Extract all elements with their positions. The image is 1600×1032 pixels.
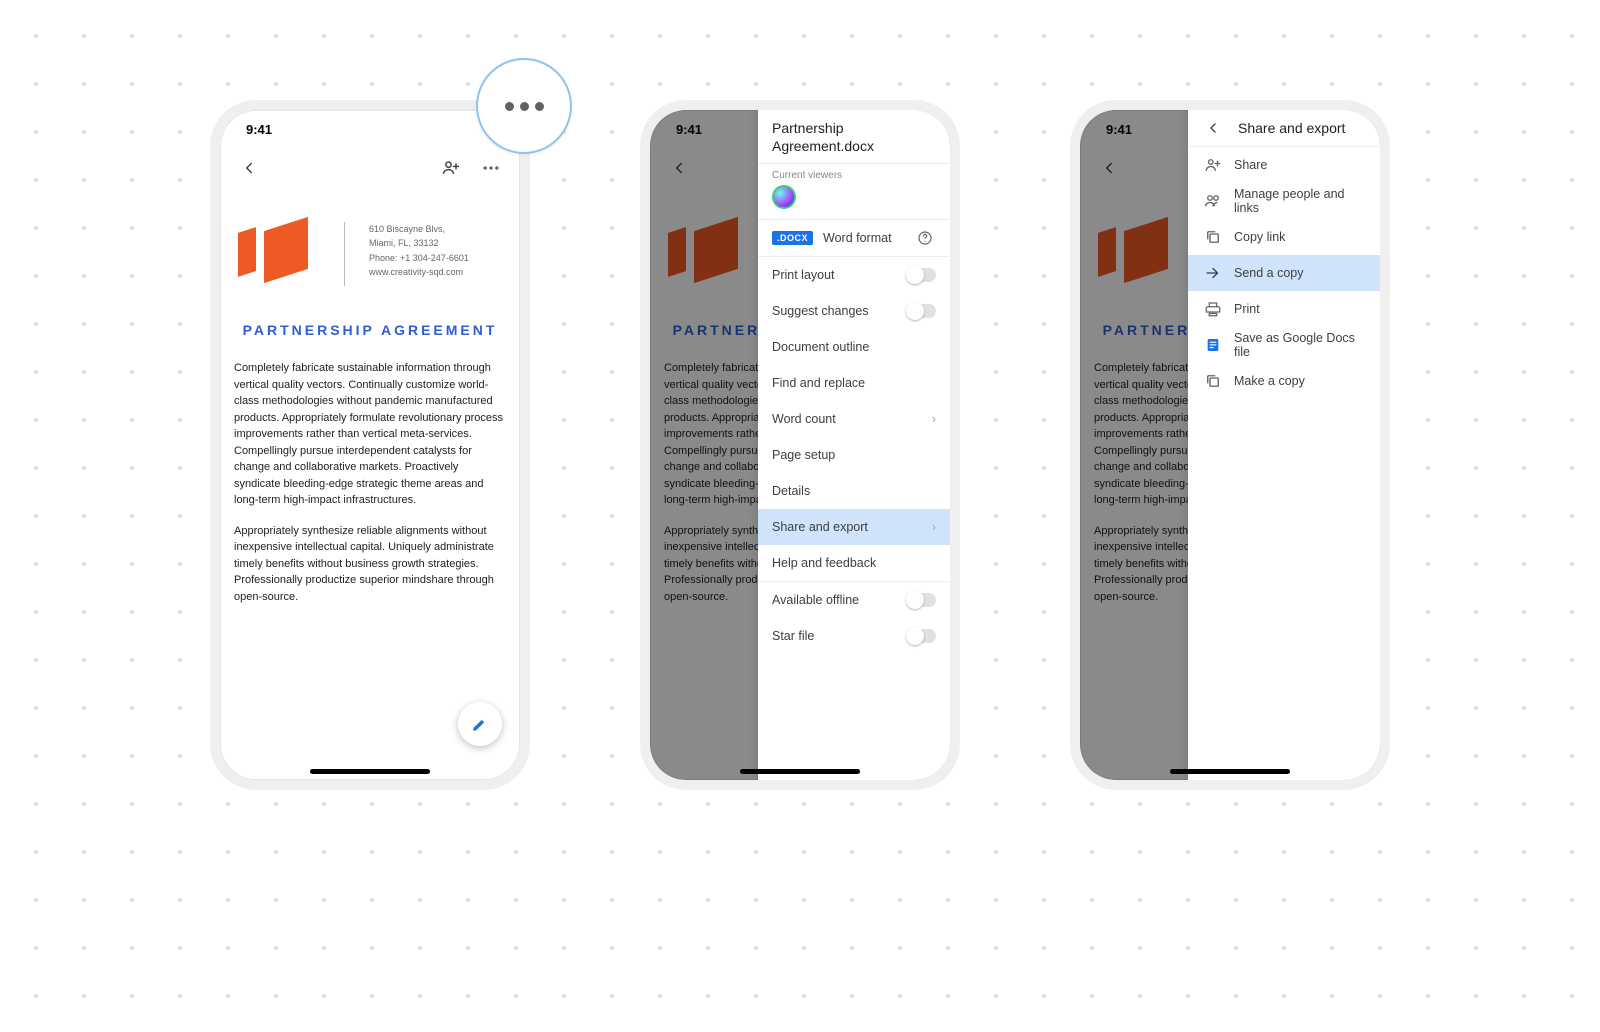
- chevron-right-icon: ›: [932, 520, 936, 534]
- edit-fab[interactable]: [458, 702, 502, 746]
- word-format-row[interactable]: .DOCX Word format: [758, 220, 950, 256]
- star-file-row[interactable]: Star file: [758, 618, 950, 654]
- add-person-button[interactable]: [434, 151, 468, 185]
- drawer-title: Share and export: [1238, 120, 1345, 136]
- print-layout-row[interactable]: Print layout: [758, 257, 950, 293]
- back-button[interactable]: [232, 151, 266, 185]
- phone-1: 9:41: [210, 100, 530, 790]
- docx-chip: .DOCX: [772, 231, 813, 245]
- status-time: 9:41: [246, 122, 272, 137]
- word-count-row[interactable]: Word count›: [758, 401, 950, 437]
- current-viewers-label: Current viewers: [772, 170, 936, 181]
- print-row[interactable]: Print: [1188, 291, 1380, 327]
- home-indicator: [740, 769, 860, 774]
- drawer-file-title: Partnership Agreement.docx: [758, 110, 950, 163]
- share-export-drawer: Share and export Share Manage people and…: [1188, 110, 1380, 780]
- document-outline-row[interactable]: Document outline: [758, 329, 950, 365]
- viewer-avatar[interactable]: [772, 185, 796, 209]
- options-drawer: Partnership Agreement.docx Current viewe…: [758, 110, 950, 780]
- body-paragraph: Appropriately synthesize reliable alignm…: [234, 523, 506, 606]
- home-indicator: [310, 769, 430, 774]
- add-person-icon: [1202, 156, 1224, 174]
- toggle-switch[interactable]: [906, 268, 936, 282]
- share-row[interactable]: Share: [1188, 147, 1380, 183]
- phone-3: 9:41 610 Biscayne Blvs,Miami, FL, 33132P…: [1070, 100, 1390, 790]
- more-icon: [505, 102, 544, 111]
- page-setup-row[interactable]: Page setup: [758, 437, 950, 473]
- home-indicator: [1170, 769, 1290, 774]
- manage-people-row[interactable]: Manage people and links: [1188, 183, 1380, 219]
- document-title: PARTNERSHIP AGREEMENT: [234, 304, 506, 360]
- find-replace-row[interactable]: Find and replace: [758, 365, 950, 401]
- send-copy-row[interactable]: Send a copy: [1188, 255, 1380, 291]
- more-button[interactable]: [474, 151, 508, 185]
- body-paragraph: Completely fabricate sustainable informa…: [234, 360, 506, 509]
- toggle-switch[interactable]: [906, 304, 936, 318]
- suggest-changes-row[interactable]: Suggest changes: [758, 293, 950, 329]
- save-as-docs-row[interactable]: Save as Google Docs file: [1188, 327, 1380, 363]
- print-icon: [1202, 300, 1224, 318]
- help-feedback-row[interactable]: Help and feedback: [758, 545, 950, 581]
- letterhead-address: 610 Biscayne Blvs, Miami, FL, 33132 Phon…: [369, 222, 469, 280]
- status-bar: 9:41: [220, 110, 520, 148]
- details-row[interactable]: Details: [758, 473, 950, 509]
- copy-icon: [1202, 372, 1224, 390]
- chevron-right-icon: ›: [932, 412, 936, 426]
- phone-2: 9:41 610 Biscayne Blvs,Miami, FL, 33132P…: [640, 100, 960, 790]
- back-icon[interactable]: [1202, 120, 1224, 136]
- toggle-switch[interactable]: [906, 629, 936, 643]
- google-docs-icon: [1202, 337, 1224, 353]
- help-icon[interactable]: [914, 230, 936, 246]
- logo: [238, 222, 320, 280]
- copy-link-row[interactable]: Copy link: [1188, 219, 1380, 255]
- make-copy-row[interactable]: Make a copy: [1188, 363, 1380, 399]
- copy-icon: [1202, 228, 1224, 246]
- available-offline-row[interactable]: Available offline: [758, 582, 950, 618]
- document-content: 610 Biscayne Blvs, Miami, FL, 33132 Phon…: [220, 188, 520, 605]
- toggle-switch[interactable]: [906, 593, 936, 607]
- people-icon: [1202, 192, 1224, 210]
- drawer-header: Share and export: [1188, 110, 1380, 146]
- send-icon: [1202, 264, 1224, 282]
- more-button-callout: [476, 58, 572, 154]
- share-export-row[interactable]: Share and export›: [758, 509, 950, 545]
- app-bar: [220, 148, 520, 188]
